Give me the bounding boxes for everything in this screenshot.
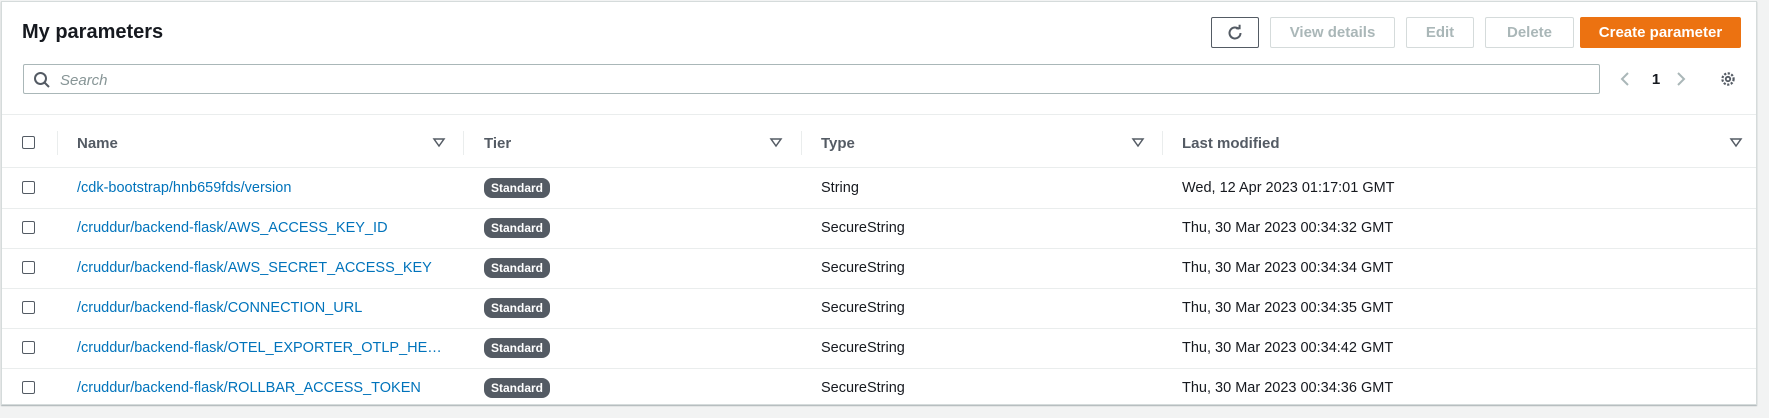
row-checkbox[interactable] <box>22 301 35 314</box>
sort-icon[interactable] <box>432 136 446 150</box>
last-modified-cell: Thu, 30 Mar 2023 00:34:32 GMT <box>1182 220 1394 236</box>
last-modified-cell: Thu, 30 Mar 2023 00:34:35 GMT <box>1182 300 1394 316</box>
view-details-button[interactable]: View details <box>1270 17 1395 48</box>
chevron-right-icon <box>1677 72 1686 86</box>
row-checkbox[interactable] <box>22 181 35 194</box>
sort-icon[interactable] <box>1729 136 1743 150</box>
search-icon <box>34 72 50 88</box>
type-cell: SecureString <box>821 380 905 396</box>
page-number-button[interactable]: 1 <box>1645 64 1667 94</box>
column-divider <box>463 131 464 155</box>
sort-icon[interactable] <box>1131 136 1145 150</box>
parameter-name-link[interactable]: /cruddur/backend-flask/OTEL_EXPORTER_OTL… <box>77 340 442 356</box>
type-cell: SecureString <box>821 300 905 316</box>
parameter-name-link[interactable]: /cruddur/backend-flask/ROLLBAR_ACCESS_TO… <box>77 380 421 396</box>
parameter-name-link[interactable]: /cruddur/backend-flask/CONNECTION_URL <box>77 300 362 316</box>
table-header: Name Tier Type Last modified <box>2 119 1756 168</box>
gear-icon <box>1721 72 1735 86</box>
tier-badge: Standard <box>484 218 551 238</box>
delete-button[interactable]: Delete <box>1485 17 1574 48</box>
preferences-button[interactable] <box>1719 64 1743 94</box>
select-all-checkbox[interactable] <box>22 136 35 149</box>
parameter-name-link[interactable]: /cruddur/backend-flask/AWS_SECRET_ACCESS… <box>77 260 432 276</box>
column-divider <box>1162 131 1163 155</box>
tier-badge: Standard <box>484 178 551 198</box>
parameter-name-link[interactable]: /cdk-bootstrap/hnb659fds/version <box>77 180 291 196</box>
row-checkbox[interactable] <box>22 341 35 354</box>
column-divider <box>801 131 802 155</box>
tier-badge: Standard <box>484 258 551 278</box>
next-page-button[interactable] <box>1674 64 1694 94</box>
type-cell: SecureString <box>821 220 905 236</box>
column-header-type[interactable]: Type <box>821 119 855 167</box>
edit-button[interactable]: Edit <box>1406 17 1474 48</box>
table-row: /cruddur/backend-flask/OTEL_EXPORTER_OTL… <box>2 328 1756 369</box>
search-input[interactable] <box>58 67 1582 93</box>
tier-badge: Standard <box>484 338 551 358</box>
row-checkbox[interactable] <box>22 221 35 234</box>
table-row: /cruddur/backend-flask/ROLLBAR_ACCESS_TO… <box>2 368 1756 408</box>
refresh-button[interactable] <box>1211 17 1259 48</box>
column-divider <box>57 131 58 155</box>
table-row: /cruddur/backend-flask/AWS_ACCESS_KEY_ID… <box>2 208 1756 249</box>
last-modified-cell: Thu, 30 Mar 2023 00:34:42 GMT <box>1182 340 1394 356</box>
column-header-last-modified[interactable]: Last modified <box>1182 119 1280 167</box>
previous-page-button[interactable] <box>1618 64 1638 94</box>
type-cell: String <box>821 180 859 196</box>
table-row: /cdk-bootstrap/hnb659fds/version Standar… <box>2 168 1756 209</box>
refresh-icon <box>1228 24 1242 39</box>
type-cell: SecureString <box>821 260 905 276</box>
chevron-left-icon <box>1620 72 1629 86</box>
table-row: /cruddur/backend-flask/CONNECTION_URL St… <box>2 288 1756 329</box>
last-modified-cell: Thu, 30 Mar 2023 00:34:36 GMT <box>1182 380 1394 396</box>
table-row: /cruddur/backend-flask/AWS_SECRET_ACCESS… <box>2 248 1756 289</box>
create-parameter-button[interactable]: Create parameter <box>1580 17 1741 48</box>
last-modified-cell: Wed, 12 Apr 2023 01:17:01 GMT <box>1182 180 1395 196</box>
parameters-panel: My parameters View details Edit Delete C… <box>1 1 1757 405</box>
panel-header: My parameters View details Edit Delete C… <box>2 2 1756 115</box>
column-header-name[interactable]: Name <box>77 119 118 167</box>
column-header-tier[interactable]: Tier <box>484 119 511 167</box>
last-modified-cell: Thu, 30 Mar 2023 00:34:34 GMT <box>1182 260 1394 276</box>
parameter-name-link[interactable]: /cruddur/backend-flask/AWS_ACCESS_KEY_ID <box>77 220 388 236</box>
tier-badge: Standard <box>484 298 551 318</box>
search-field[interactable] <box>23 64 1600 94</box>
page-title: My parameters <box>22 21 164 43</box>
tier-badge: Standard <box>484 378 551 398</box>
row-checkbox[interactable] <box>22 261 35 274</box>
sort-icon[interactable] <box>769 136 783 150</box>
type-cell: SecureString <box>821 340 905 356</box>
row-checkbox[interactable] <box>22 381 35 394</box>
